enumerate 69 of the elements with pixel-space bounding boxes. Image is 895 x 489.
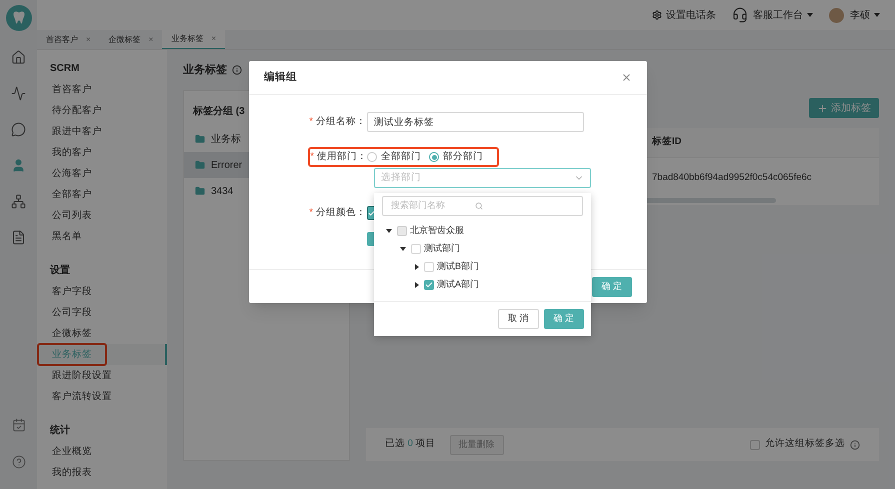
section-title: SCRM xyxy=(49,62,80,76)
phone-setting-link[interactable]: 设置电话条 xyxy=(666,8,716,22)
close-icon[interactable] xyxy=(621,72,632,83)
home-icon[interactable] xyxy=(11,50,26,65)
sidebar-item[interactable]: 待分配客户 xyxy=(37,100,167,121)
radio-label[interactable]: 全部部门 xyxy=(381,150,421,164)
sidebar-item[interactable]: 我的客户 xyxy=(37,142,167,163)
chat-icon[interactable] xyxy=(11,122,26,137)
tab[interactable]: 企微标签 × xyxy=(100,30,162,49)
required-mark: * xyxy=(309,206,313,220)
tooth-logo-icon xyxy=(6,5,32,31)
sidebar-item[interactable]: 首咨客户 xyxy=(37,79,167,100)
sidebar-item[interactable]: 企业概览 xyxy=(37,441,167,462)
settings-icon[interactable] xyxy=(652,10,662,20)
confirm-button[interactable]: 确 定 xyxy=(592,276,632,296)
sidebar-item[interactable]: 客户流转设置 xyxy=(37,386,167,407)
info-icon[interactable] xyxy=(232,65,242,75)
sidebar-item[interactable]: 公海客户 xyxy=(37,163,167,184)
info-icon[interactable] xyxy=(850,440,860,450)
user-menu[interactable]: 李硕 xyxy=(850,8,870,22)
sidebar-item[interactable]: 跟进中客户 xyxy=(37,121,167,142)
sidebar-item[interactable]: 公司列表 xyxy=(37,205,167,226)
avatar xyxy=(829,8,844,22)
sidebar-item[interactable]: 跟进阶段设置 xyxy=(37,365,167,386)
plus-icon xyxy=(817,102,828,114)
sidebar-item[interactable]: 我的报表 xyxy=(37,462,167,483)
sidebar-item[interactable]: 公司字段 xyxy=(37,302,167,323)
section-title: 统计 xyxy=(48,424,71,438)
dialog-title: 编辑组 xyxy=(264,70,297,85)
document-icon[interactable] xyxy=(11,230,26,245)
selection-count: 已选 0 项目 xyxy=(385,437,436,452)
person-icon[interactable] xyxy=(11,158,26,173)
checkbox[interactable] xyxy=(750,440,760,450)
section-title: 设置 xyxy=(48,264,71,278)
confirm-button[interactable]: 确 定 xyxy=(544,309,584,329)
required-mark: * xyxy=(310,150,314,162)
field-label: 使用部门： xyxy=(317,150,367,162)
column-header: 标签ID xyxy=(652,135,682,150)
workbench-menu[interactable]: 客服工作台 xyxy=(753,8,803,22)
tab[interactable]: 业务标签 × xyxy=(162,30,226,49)
sidebar-item[interactable]: 全部客户 xyxy=(37,184,167,205)
calendar-icon[interactable] xyxy=(12,418,26,432)
caret-icon xyxy=(807,13,813,17)
radio-label[interactable]: 部分部门 xyxy=(443,150,483,164)
required-mark: * xyxy=(309,116,313,127)
search-icon xyxy=(475,202,483,210)
field-label: 分组颜色： xyxy=(316,206,366,220)
folder-icon xyxy=(195,186,205,196)
close-tab-button[interactable]: × xyxy=(211,33,216,45)
chart-icon[interactable] xyxy=(11,86,26,101)
sidebar-item[interactable]: 黑名单 xyxy=(37,226,167,247)
multi-select-label: 允许这组标签多选 xyxy=(765,437,845,452)
org-chart-icon[interactable] xyxy=(11,194,26,209)
folder-icon xyxy=(195,134,205,144)
radio-button[interactable] xyxy=(429,152,439,162)
help-icon[interactable] xyxy=(12,455,26,469)
page-title: 业务标签 xyxy=(183,62,227,78)
tab[interactable]: 首咨客户 × xyxy=(37,30,100,49)
group-name-input[interactable]: 测试业务标签 xyxy=(367,112,584,132)
field-label: 分组名称： xyxy=(316,116,366,127)
caret-icon xyxy=(874,13,880,17)
headset-icon xyxy=(732,7,748,23)
folder-icon xyxy=(195,160,205,170)
sidebar-item[interactable]: 客户字段 xyxy=(37,281,167,302)
cancel-button[interactable]: 取 消 xyxy=(498,309,539,329)
panel-title: 标签分组 (3 xyxy=(193,104,245,118)
radio-button[interactable] xyxy=(367,152,377,162)
table-cell-text: 7bad840bb6f94ad9952f0c54c065fe6c xyxy=(652,170,812,185)
sidebar-item[interactable]: 企微标签 xyxy=(37,323,167,344)
